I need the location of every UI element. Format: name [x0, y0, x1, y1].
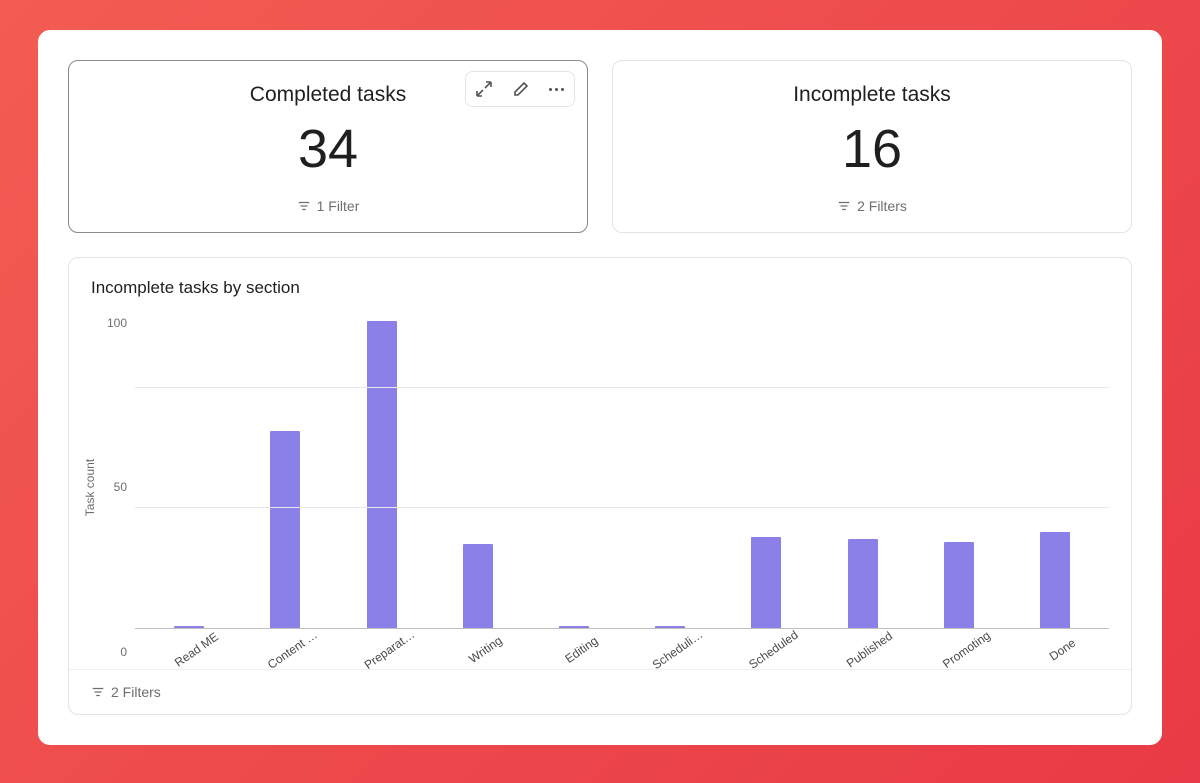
more-icon: [549, 88, 564, 91]
bar[interactable]: [559, 626, 589, 628]
card-title: Completed tasks: [250, 83, 406, 107]
chart-filter-indicator[interactable]: 2 Filters: [69, 669, 1131, 714]
filter-label: 1 Filter: [317, 198, 360, 214]
expand-icon: [476, 81, 492, 97]
bar-slot: [622, 316, 718, 628]
bar[interactable]: [270, 431, 300, 628]
completed-tasks-card[interactable]: Completed tasks 34 1 Filter: [68, 60, 588, 233]
bar-slot: [1007, 316, 1103, 628]
chart-card: Incomplete tasks by section Task count 1…: [68, 257, 1132, 715]
bar-slot: [333, 316, 429, 628]
bar[interactable]: [1040, 532, 1070, 628]
filter-icon: [91, 685, 105, 699]
chart-body: Task count 100 50 0 Read MEContent …Prep…: [69, 306, 1131, 669]
bar[interactable]: [848, 539, 878, 628]
plot-wrap: Read MEContent …Preparat…WritingEditingS…: [135, 316, 1109, 659]
bar[interactable]: [463, 544, 493, 628]
filter-icon: [297, 199, 311, 213]
bar-slot: [141, 316, 237, 628]
bar-chart-plot: [135, 316, 1109, 629]
y-axis-label: Task count: [79, 316, 101, 659]
gridline: [135, 507, 1109, 508]
bar-slot: [814, 316, 910, 628]
edit-button[interactable]: [502, 72, 538, 106]
chart-title: Incomplete tasks by section: [69, 258, 1131, 306]
bar-slot: [526, 316, 622, 628]
dashboard-panel: Completed tasks 34 1 Filter Incomplete t…: [38, 30, 1162, 745]
bar[interactable]: [944, 542, 974, 628]
bar[interactable]: [655, 626, 685, 628]
bar-slot: [237, 316, 333, 628]
incomplete-tasks-card[interactable]: Incomplete tasks 16 2 Filters: [612, 60, 1132, 233]
filter-icon: [837, 199, 851, 213]
bar[interactable]: [174, 626, 204, 628]
y-tick: 50: [114, 480, 127, 494]
bar-slot: [430, 316, 526, 628]
summary-row: Completed tasks 34 1 Filter Incomplete t…: [68, 60, 1132, 233]
bar-slot: [718, 316, 814, 628]
y-tick: 0: [120, 645, 127, 659]
filter-label: 2 Filters: [111, 684, 161, 700]
bar-slot: [911, 316, 1007, 628]
y-tick: 100: [107, 316, 127, 330]
expand-button[interactable]: [466, 72, 502, 106]
filter-indicator[interactable]: 1 Filter: [297, 198, 360, 214]
card-title: Incomplete tasks: [793, 83, 951, 107]
x-axis-labels: Read MEContent …Preparat…WritingEditingS…: [135, 629, 1109, 659]
bars-container: [135, 316, 1109, 628]
pencil-icon: [513, 81, 529, 97]
filter-label: 2 Filters: [857, 198, 907, 214]
bar[interactable]: [751, 537, 781, 628]
card-value: 16: [842, 117, 902, 182]
gridline: [135, 387, 1109, 388]
more-button[interactable]: [538, 72, 574, 106]
filter-indicator[interactable]: 2 Filters: [837, 198, 907, 214]
y-axis-ticks: 100 50 0: [101, 316, 135, 659]
card-value: 34: [298, 117, 358, 182]
bar[interactable]: [367, 321, 397, 628]
card-action-bar: [465, 71, 575, 107]
